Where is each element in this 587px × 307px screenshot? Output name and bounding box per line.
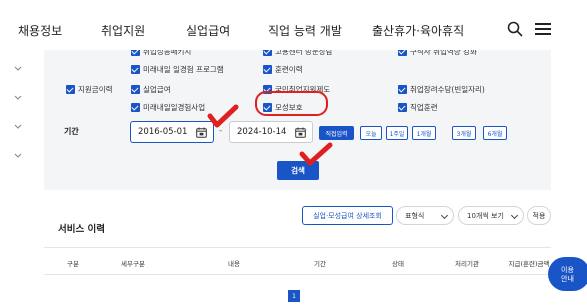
filter-checkbox-future-work-program[interactable]: 미래내일 일경험 프로그램 (131, 64, 224, 75)
calendar-icon[interactable] (295, 127, 306, 138)
nav-job-info[interactable]: 채용정보 (18, 22, 62, 39)
chevron-down-icon[interactable] (14, 95, 22, 103)
page-root: 채용정보 취업지원 실업급여 직업 능력 개발 출산휴가·육아휴직 취업성공패키… (0, 0, 587, 307)
filter-checkbox-training-history[interactable]: 훈련이력 (263, 64, 303, 75)
quick-1month-button[interactable]: 1개월 (412, 126, 436, 140)
filter-checkbox-vocational-training[interactable]: 직업훈련 (398, 102, 438, 113)
filter-checkbox-unemployment-benefit[interactable]: 실업급여 (131, 84, 171, 95)
pagination-page-button[interactable]: 1 (288, 290, 300, 302)
nav-vocational-training[interactable]: 직업 능력 개발 (268, 22, 342, 39)
column-header: 처리기관 (455, 260, 479, 268)
history-table-header: 구분 세부구분 내용 기간 상태 처리기관 지급(훈련)금액 (44, 247, 551, 275)
filter-checkbox-subsidy-history[interactable]: 지원금이력 (66, 84, 113, 95)
floating-help-button[interactable]: 이용 안내 (548, 257, 587, 291)
checkbox-checked-icon (131, 85, 140, 94)
column-header: 지급(훈련)금액 (508, 260, 550, 268)
quick-today-button[interactable]: 오늘 (360, 126, 382, 140)
column-header: 세부구분 (121, 260, 145, 268)
period-label: 기간 (64, 127, 79, 136)
start-date-input[interactable]: 2016-05-01 (130, 121, 214, 143)
search-icon[interactable] (507, 21, 523, 37)
checkbox-checked-icon (131, 65, 140, 74)
highlight-ring (255, 91, 328, 116)
checkbox-checked-icon (398, 85, 407, 94)
quick-3month-button[interactable]: 3개월 (452, 126, 476, 140)
column-header: 구분 (67, 260, 79, 268)
hamburger-menu-icon[interactable] (535, 23, 551, 35)
quick-direct-input-button[interactable]: 직접입력 (319, 126, 354, 140)
red-check-annotation (207, 104, 239, 128)
per-page-select[interactable]: 10개씩 보기 (458, 206, 524, 225)
top-navigation: 채용정보 취업지원 실업급여 직업 능력 개발 출산휴가·육아휴직 (0, 0, 587, 50)
nav-maternity-leave[interactable]: 출산휴가·육아휴직 (372, 22, 464, 39)
checkbox-checked-icon (131, 103, 140, 112)
column-header: 상태 (392, 260, 404, 268)
chevron-down-icon[interactable] (14, 66, 22, 74)
service-history-title: 서비스 이력 (58, 224, 106, 235)
calendar-icon[interactable] (196, 127, 207, 138)
benefit-detail-button[interactable]: 실업·모성급여 상세조회 (302, 206, 393, 225)
nav-unemployment-benefit[interactable]: 실업급여 (186, 22, 230, 39)
view-format-select[interactable]: 표형식 (396, 206, 454, 225)
chevron-down-icon (440, 211, 449, 220)
column-header: 내용 (228, 260, 240, 268)
red-check-annotation (299, 142, 333, 166)
chevron-down-icon[interactable] (14, 124, 22, 132)
checkbox-checked-icon (66, 85, 75, 94)
chevron-down-icon (510, 211, 519, 220)
end-date-input[interactable]: 2024-10-14 (229, 121, 313, 143)
checkbox-checked-icon (263, 65, 272, 74)
filter-checkbox-future-work-project[interactable]: 미래내일일경험사업 (131, 102, 205, 113)
quick-6month-button[interactable]: 6개월 (483, 126, 507, 140)
filter-checkbox-employment-incentive[interactable]: 취업장려수당(빈일자리) (398, 84, 485, 95)
column-header: 기간 (314, 260, 326, 268)
nav-employment-support[interactable]: 취업지원 (101, 22, 145, 39)
chevron-down-icon[interactable] (14, 153, 22, 161)
checkbox-checked-icon (398, 103, 407, 112)
quick-1week-button[interactable]: 1주일 (386, 126, 408, 140)
apply-button[interactable]: 적용 (527, 206, 551, 225)
